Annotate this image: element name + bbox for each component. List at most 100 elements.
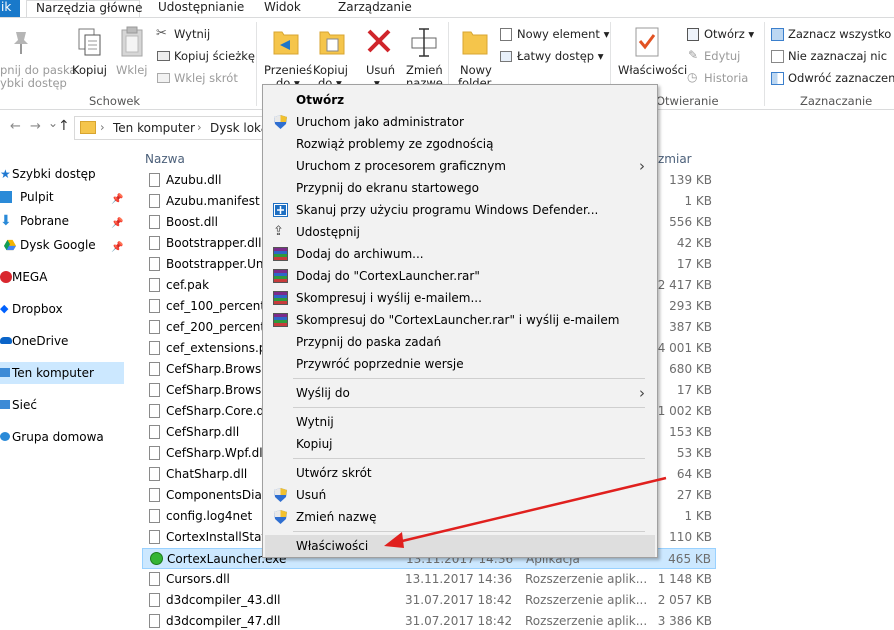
sidebar-item-desktop[interactable]: Pulpit 📌 [0, 186, 124, 208]
sidebar-item-onedrive[interactable]: OneDrive [0, 330, 124, 352]
menu-item-defender-scan[interactable]: Skanuj przy użyciu programu Windows Defe… [265, 199, 655, 221]
up-arrow-icon[interactable]: ↑ [58, 118, 70, 134]
menu-item-add-to-rar[interactable]: Dodaj do "CortexLauncher.rar" [265, 265, 655, 287]
select-all-label: Zaznacz wszystko [788, 27, 892, 41]
menu-item-compress-email[interactable]: Skompresuj i wyślij e-mailem... [265, 287, 655, 309]
breadcrumb-separator: › [197, 120, 202, 134]
forward-arrow-icon[interactable]: → [30, 119, 41, 134]
menu-item-run-as-admin[interactable]: Uruchom jako administrator [265, 111, 655, 133]
select-none-button[interactable]: Nie zaznaczaj nic [770, 48, 894, 66]
tab-home[interactable]: Narzędzia główne [26, 0, 143, 17]
sidebar-item-this-pc[interactable]: Ten komputer [0, 362, 124, 384]
copy-path-button[interactable]: Kopiuj ścieżkę [156, 48, 260, 66]
computer-icon [0, 368, 10, 377]
back-arrow-icon[interactable]: ← [10, 119, 21, 134]
recent-dropdown-icon[interactable]: ⌄ [48, 116, 58, 130]
menu-item-send-to[interactable]: Wyślij do › [265, 382, 655, 404]
ribbon-group-separator [764, 22, 765, 106]
new-item-button[interactable]: Nowy element ▾ [499, 26, 609, 44]
paste-shortcut-button[interactable]: Wklej skrót [156, 70, 256, 88]
file-size: 27 KB [676, 488, 712, 502]
menu-separator [293, 458, 645, 459]
uac-shield-icon [274, 115, 287, 129]
menu-item-cut[interactable]: Wytnij [265, 411, 655, 433]
select-all-button[interactable]: Zaznacz wszystko [770, 26, 894, 44]
tab-share[interactable]: Udostępnianie [158, 0, 258, 17]
pin-icon[interactable]: 📌 [111, 189, 123, 211]
menu-item-pin-taskbar[interactable]: Przypnij do paska zadań [265, 331, 655, 353]
menu-item-pin-start[interactable]: Przypnij do ekranu startowego [265, 177, 655, 199]
menu-item-troubleshoot-compat[interactable]: Rozwiąż problemy ze zgodnością [265, 133, 655, 155]
address-field[interactable]: › Ten komputer › Dysk loka [74, 116, 268, 140]
sidebar-item-network[interactable]: Sieć [0, 394, 124, 416]
menu-item-copy[interactable]: Kopiuj [265, 433, 655, 455]
winrar-icon [273, 269, 288, 283]
delete-x-icon [367, 29, 391, 53]
network-icon [0, 400, 10, 409]
sidebar-item-quick-access[interactable]: ★ Szybki dostęp [0, 163, 124, 185]
open-group-label: Otwieranie [656, 94, 719, 108]
menu-item-compress-rar-email[interactable]: Skompresuj do "CortexLauncher.rar" i wyś… [265, 309, 655, 331]
breadcrumb-this-pc[interactable]: Ten komputer [113, 121, 195, 135]
file-size: 53 KB [676, 446, 712, 460]
pin-icon[interactable]: 📌 [111, 213, 123, 235]
file-size: 153 KB [669, 425, 712, 439]
edit-ribbon-button[interactable]: ✎ Edytuj [686, 48, 762, 66]
menu-separator [293, 378, 645, 379]
file-icon [149, 362, 160, 376]
dropbox-icon: ◆ [0, 302, 9, 315]
tab-view[interactable]: Widok [264, 0, 314, 17]
file-size: 1 KB [684, 509, 712, 523]
star-icon: ★ [0, 167, 11, 181]
menu-item-label: Przywróć poprzednie wersje [296, 357, 464, 371]
menu-item-share[interactable]: ⇪ Udostępnij [265, 221, 655, 243]
sidebar-item-homegroup[interactable]: Grupa domowa [0, 426, 124, 448]
sidebar-item-dropbox[interactable]: ◆ Dropbox [0, 298, 124, 320]
menu-item-restore-versions[interactable]: Przywróć poprzednie wersje [265, 353, 655, 375]
copy-to-label-1: Kopiuj [313, 63, 348, 77]
sidebar-item-label: Pulpit [20, 190, 54, 204]
file-size: 680 KB [669, 362, 712, 376]
homegroup-icon [0, 432, 10, 441]
file-row[interactable]: d3dcompiler_43.dll 31.07.2017 18:42 Rozsze… [142, 590, 716, 611]
sidebar-item-label: Ten komputer [12, 366, 94, 380]
menu-item-run-with-gpu[interactable]: Uruchom z procesorem graficznym › [265, 155, 655, 177]
file-row[interactable]: d3dcompiler_47.dll 31.07.2017 18:42 Rozsze… [142, 611, 716, 630]
file-row[interactable]: Cursors.dll 13.11.2017 14:36 Rozszerzenie … [142, 569, 716, 590]
select-none-icon [771, 50, 784, 63]
history-icon: ◷ [687, 70, 698, 84]
menu-item-open[interactable]: Otwórz [265, 89, 655, 111]
file-size: 17 KB [676, 257, 712, 271]
sidebar-item-mega[interactable]: MEGA [0, 266, 124, 288]
sidebar-item-downloads[interactable]: ⬇ Pobrane 📌 [0, 210, 124, 232]
rename-icon [411, 28, 437, 57]
column-header-size[interactable]: zmiar [658, 152, 692, 166]
paste-label: Wklej [116, 63, 148, 77]
easy-access-label[interactable]: Łatwy dostęp ▾ [517, 49, 604, 63]
easy-access-button[interactable]: Łatwy dostęp ▾ [499, 48, 609, 66]
cut-button[interactable]: ✂ Wytnij [156, 26, 256, 44]
tab-manage[interactable]: Zarządzanie [338, 0, 418, 17]
invert-selection-button[interactable]: Odwróć zaznaczenie [770, 70, 894, 88]
open-ribbon-button[interactable]: Otwórz ▾ [686, 26, 762, 44]
file-size: 3 386 KB [657, 614, 712, 628]
sidebar-item-google-drive[interactable]: Dysk Google 📌 [0, 234, 124, 256]
history-ribbon-label: Historia [704, 71, 749, 85]
file-name: Cursors.dll [166, 572, 230, 586]
copy-path-label: Kopiuj ścieżkę [174, 49, 255, 63]
file-icon [149, 530, 160, 544]
file-name: CefSharp.Core.dll [166, 404, 271, 418]
new-item-label[interactable]: Nowy element ▾ [517, 27, 609, 41]
breadcrumb-local-disk[interactable]: Dysk loka [210, 121, 268, 135]
history-ribbon-button[interactable]: ◷ Historia [686, 70, 762, 88]
new-folder-icon [462, 31, 488, 55]
file-name: Boost.dll [166, 215, 218, 229]
file-name: cef_100_percent.p [166, 299, 277, 313]
file-icon [149, 593, 160, 607]
pin-icon[interactable]: 📌 [111, 237, 123, 259]
clipboard-group-label: Schowek [89, 94, 141, 108]
menu-item-add-to-archive[interactable]: Dodaj do archiwum... [265, 243, 655, 265]
file-size: 1 148 KB [657, 572, 712, 586]
tab-file[interactable]: ik [0, 0, 20, 17]
column-header-name[interactable]: Nazwa [145, 152, 185, 166]
